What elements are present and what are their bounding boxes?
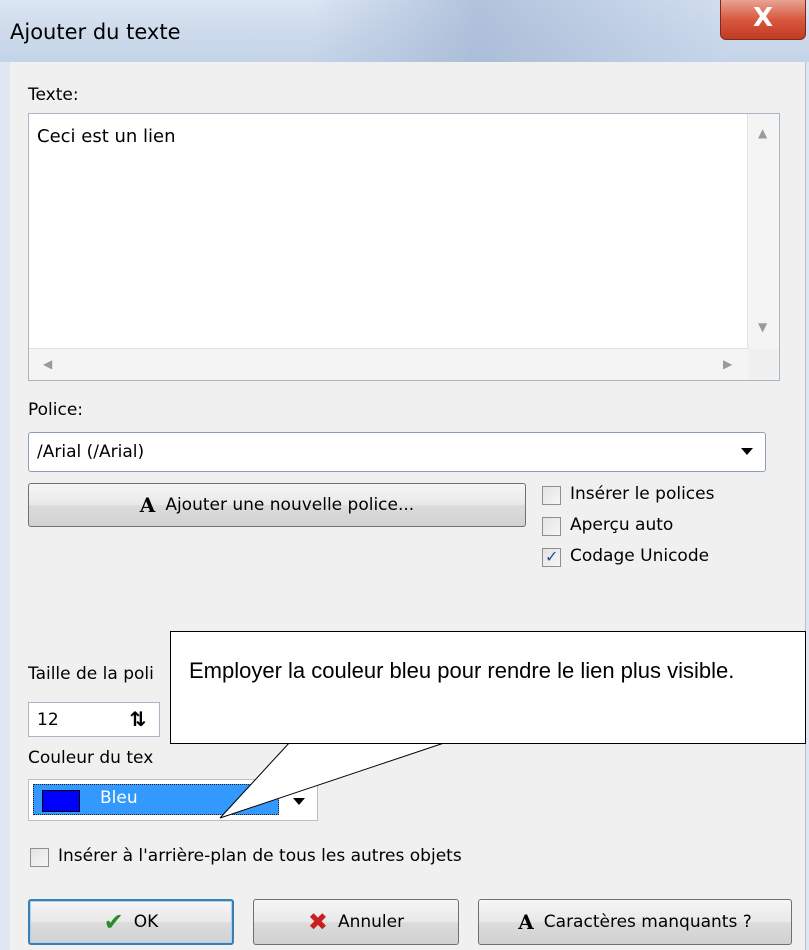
horizontal-scrollbar[interactable]: ◀ ▶ — [29, 348, 749, 380]
close-button[interactable]: X — [720, 0, 806, 40]
insert-fonts-label: Insérer le polices — [570, 484, 715, 504]
background-checkbox[interactable] — [30, 848, 49, 867]
font-size-label: Taille de la poli — [28, 664, 154, 684]
window-frame-right — [805, 62, 809, 950]
chevron-down-icon — [293, 798, 305, 805]
title-bar-background — [310, 0, 730, 62]
scrollbar-corner — [748, 349, 779, 380]
vertical-scrollbar[interactable]: ▲ ▼ — [747, 114, 779, 350]
text-color-select[interactable]: Bleu — [28, 779, 318, 821]
text-color-label: Couleur du tex — [28, 748, 154, 768]
scroll-left-icon[interactable]: ◀ — [43, 357, 52, 371]
font-select-value: /Arial (/Arial) — [37, 442, 145, 462]
missing-characters-label: Caractères manquants ? — [543, 912, 752, 932]
window-title: Ajouter du texte — [10, 20, 181, 44]
selected-color-name: Bleu — [100, 788, 138, 808]
size-adjust-icon[interactable]: ⇅ — [125, 706, 151, 733]
cancel-button[interactable]: ✖ Annuler — [253, 899, 459, 945]
text-label: Texte: — [28, 85, 79, 105]
close-icon: X — [752, 3, 774, 33]
font-select[interactable]: /Arial (/Arial) — [28, 432, 766, 472]
font-icon: A — [518, 910, 534, 934]
check-icon: ✓ — [545, 547, 559, 566]
background-label: Insérer à l'arrière-plan de tous les aut… — [58, 846, 462, 866]
annotation-callout: Employer la couleur bleu pour rendre le … — [170, 631, 806, 744]
scroll-right-icon[interactable]: ▶ — [723, 357, 732, 371]
add-font-button[interactable]: A Ajouter une nouvelle police... — [28, 483, 526, 527]
font-size-value: 12 — [37, 710, 59, 730]
scroll-up-icon[interactable]: ▲ — [758, 126, 767, 140]
selected-color-item: Bleu — [33, 784, 279, 815]
cross-icon: ✖ — [307, 908, 328, 936]
chevron-down-icon — [741, 448, 753, 455]
unicode-label: Codage Unicode — [570, 546, 710, 566]
scroll-down-icon[interactable]: ▼ — [758, 320, 767, 334]
missing-characters-button[interactable]: A Caractères manquants ? — [478, 899, 792, 945]
add-font-label: Ajouter une nouvelle police... — [165, 495, 415, 515]
checkmark-icon: ✔ — [103, 908, 124, 936]
auto-preview-checkbox[interactable] — [542, 517, 561, 536]
insert-fonts-checkbox[interactable] — [542, 486, 561, 505]
auto-preview-label: Aperçu auto — [570, 515, 674, 535]
ok-label: OK — [133, 912, 159, 932]
ok-button[interactable]: ✔ OK — [28, 899, 234, 945]
font-size-stepper[interactable]: 12 ⇅ — [28, 702, 160, 737]
color-swatch — [42, 790, 80, 812]
text-input-value: Ceci est un lien — [37, 126, 176, 147]
callout-text: Employer la couleur bleu pour rendre le … — [189, 658, 735, 683]
font-icon: A — [139, 493, 156, 517]
title-bar: Ajouter du texte X — [0, 0, 809, 63]
text-input[interactable]: Ceci est un lien ▲ ▼ ◀ ▶ — [28, 113, 780, 381]
unicode-checkbox[interactable]: ✓ — [542, 547, 561, 567]
cancel-label: Annuler — [337, 912, 405, 932]
font-label: Police: — [28, 400, 84, 420]
